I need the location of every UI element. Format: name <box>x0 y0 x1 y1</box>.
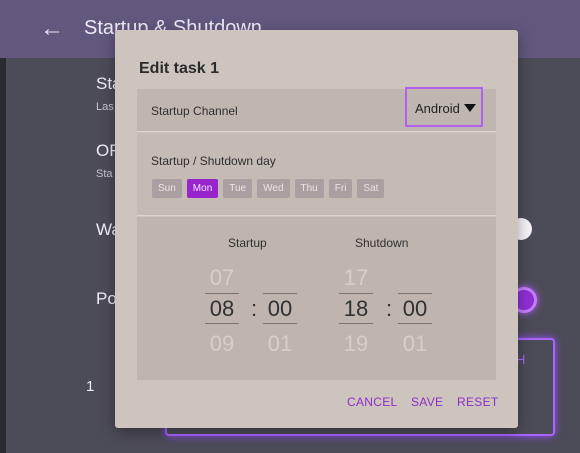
shutdown-hour-next[interactable]: 19 <box>337 331 375 357</box>
shutdown-minute-picker[interactable]: 00 <box>396 296 434 322</box>
startup-channel-value: Android <box>415 101 460 116</box>
startup-hour-prev[interactable]: 07 <box>203 265 241 291</box>
day-chip-fri[interactable]: Fri <box>328 179 353 198</box>
picker-divider <box>263 323 297 324</box>
picker-divider <box>263 293 297 294</box>
time-picker-row: Startup Shutdown 07 08 09 : 00 01 17 18 … <box>137 217 496 380</box>
startup-time-label: Startup <box>228 236 267 250</box>
day-chip-sun[interactable]: Sun <box>152 179 182 198</box>
caret-down-icon <box>464 104 476 112</box>
shutdown-hour-prev[interactable]: 17 <box>337 265 375 291</box>
day-chip-tue[interactable]: Tue <box>223 179 253 198</box>
day-chip-sat[interactable]: Sat <box>357 179 385 198</box>
picker-divider <box>398 293 432 294</box>
startup-minute-picker[interactable]: 00 <box>261 296 299 322</box>
shutdown-hour-picker[interactable]: 18 <box>337 296 375 322</box>
screen: ← Startup & Shutdown Sta Las OF Sta Wa P… <box>0 0 580 453</box>
shutdown-time-separator: : <box>386 296 393 321</box>
startup-channel-label: Startup Channel <box>151 104 238 118</box>
picker-divider <box>205 323 239 324</box>
startup-hour-next[interactable]: 09 <box>203 331 241 357</box>
startup-time-separator: : <box>251 296 258 321</box>
reset-button[interactable]: RESET <box>457 395 499 409</box>
setting-item-subtitle: Sta <box>96 168 113 180</box>
dialog-title: Edit task 1 <box>139 60 220 77</box>
startup-hour-picker[interactable]: 08 <box>203 296 241 322</box>
startup-channel-row: Startup Channel Android <box>137 87 496 132</box>
save-button[interactable]: SAVE <box>411 395 443 409</box>
shutdown-time-label: Shutdown <box>355 236 409 250</box>
day-chip-mon[interactable]: Mon <box>186 179 219 198</box>
edit-task-dialog: Edit task 1 Startup Channel Android Star… <box>115 30 518 428</box>
day-selector-label: Startup / Shutdown day <box>151 154 276 168</box>
day-selector-row: Startup / Shutdown day Sun Mon Tue Wed T… <box>137 133 496 216</box>
cancel-button[interactable]: CANCEL <box>347 395 397 409</box>
picker-divider <box>398 323 432 324</box>
list-index: 1 <box>86 378 95 395</box>
back-arrow-icon[interactable]: ← <box>40 14 64 44</box>
picker-divider <box>339 293 373 294</box>
picker-divider <box>339 323 373 324</box>
shutdown-minute-next[interactable]: 01 <box>396 331 434 357</box>
day-chip-wed[interactable]: Wed <box>257 179 290 198</box>
setting-item-title[interactable]: Po <box>96 289 117 309</box>
picker-divider <box>205 293 239 294</box>
startup-channel-dropdown[interactable]: Android <box>405 87 483 127</box>
day-chip-thu[interactable]: Thu <box>294 179 324 198</box>
setting-item-subtitle: Las <box>96 101 114 113</box>
day-chip-group: Sun Mon Tue Wed Thu Fri Sat <box>152 179 385 198</box>
startup-minute-next[interactable]: 01 <box>261 331 299 357</box>
